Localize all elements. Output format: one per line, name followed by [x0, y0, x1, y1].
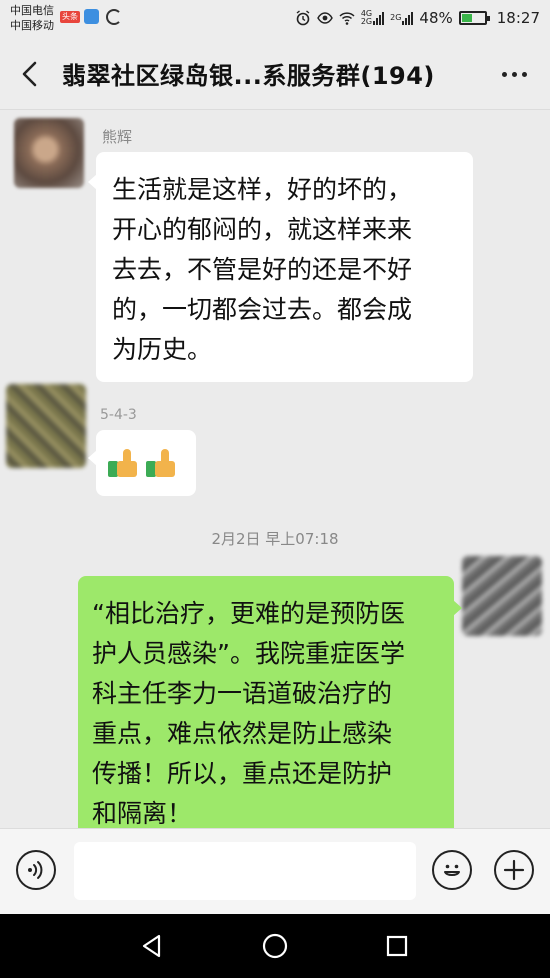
message-line: 重点，难点依然是防止感染 — [92, 719, 393, 748]
eye-icon — [317, 12, 333, 24]
wifi-icon — [339, 12, 355, 25]
system-nav-bar — [0, 914, 550, 978]
sync-icon — [106, 9, 122, 25]
signal-bars-icon — [373, 11, 385, 25]
chat-header: 翡翠社区绿岛银...系服务群(194) — [0, 38, 550, 110]
sender-name: 熊辉 — [102, 128, 133, 146]
clock: 18:27 — [496, 9, 540, 27]
plus-icon — [503, 859, 525, 881]
chat-title: 翡翠社区绿岛银...系服务群(194) — [62, 62, 435, 90]
message-line: 和隔离！ — [92, 799, 193, 828]
dot-icon — [521, 71, 527, 77]
dot-icon — [511, 71, 517, 77]
message-line: 科主任李力一语道破治疗的 — [92, 679, 393, 708]
message-list[interactable]: 熊辉 生活就是这样，好的坏的， 开心的郁闷的，就这样来来 去去，不管是好的还是不… — [0, 110, 550, 828]
status-bar: 中国电信 中国移动 头条 4G 2G 2G 48% 18:27 — [0, 0, 550, 38]
message-bubble[interactable]: 生活就是这样，好的坏的， 开心的郁闷的，就这样来来 去去，不管是好的还是不好 的… — [88, 152, 473, 382]
plus-button[interactable] — [494, 850, 534, 890]
network-type-c: 2G — [390, 13, 402, 22]
input-bar — [0, 828, 550, 914]
carrier-label-2: 中国移动 — [10, 19, 54, 32]
status-icons: 4G 2G 2G 48% 18:27 — [295, 8, 540, 28]
message-line: 开心的郁闷的，就这样来来 — [112, 215, 413, 244]
nav-back-button[interactable] — [132, 928, 172, 964]
message-input[interactable] — [74, 842, 416, 900]
emoji-button[interactable] — [432, 850, 472, 890]
nav-recents-button[interactable] — [377, 928, 417, 964]
message-line: 去去，不管是好的还是不好 — [112, 255, 413, 284]
signal-bars-2-icon — [402, 11, 414, 25]
square-recents-icon — [386, 935, 408, 957]
network-type-b: 2G — [360, 17, 373, 26]
message-line: 护人员感染”。我院重症医学 — [92, 639, 405, 668]
message-bubble[interactable] — [88, 430, 196, 496]
message-line: 为历史。 — [112, 335, 213, 364]
back-button[interactable] — [12, 56, 48, 92]
chevron-left-icon — [22, 61, 37, 87]
carrier-label-1: 中国电信 — [10, 4, 54, 17]
app-notification-icon — [84, 9, 99, 24]
message-timestamp: 2月2日 早上07:18 — [211, 530, 339, 548]
dot-icon — [501, 71, 507, 77]
smiley-icon — [444, 864, 460, 876]
sender-name: 5-4-3 — [100, 407, 137, 423]
message-line: “相比治疗，更难的是预防医 — [92, 599, 405, 628]
nav-home-button[interactable] — [255, 928, 295, 964]
message-line: 的，一切都会过去。都会成 — [112, 295, 413, 324]
battery-icon — [458, 11, 490, 25]
avatar[interactable] — [462, 556, 542, 636]
avatar[interactable] — [14, 118, 84, 188]
signal-1: 4G 2G — [360, 10, 385, 26]
thumbs-up-icon — [108, 447, 140, 479]
signal-2: 2G — [390, 11, 414, 25]
toutiao-app-icon: 头条 — [60, 11, 80, 23]
message-line: 传播！所以，重点还是防护 — [92, 759, 393, 788]
battery-percent: 48% — [419, 9, 453, 27]
circle-home-icon — [262, 933, 288, 959]
more-options-button[interactable] — [494, 58, 534, 90]
triangle-back-icon — [142, 934, 161, 958]
message-line: 生活就是这样，好的坏的， — [112, 175, 413, 204]
alarm-icon — [296, 10, 310, 26]
voice-icon — [28, 861, 43, 879]
message-bubble[interactable]: “相比治疗，更难的是预防医 护人员感染”。我院重症医学 科主任李力一语道破治疗的… — [78, 576, 462, 828]
voice-button[interactable] — [16, 850, 56, 890]
thumbs-up-icon — [146, 447, 178, 479]
avatar[interactable] — [6, 384, 86, 468]
